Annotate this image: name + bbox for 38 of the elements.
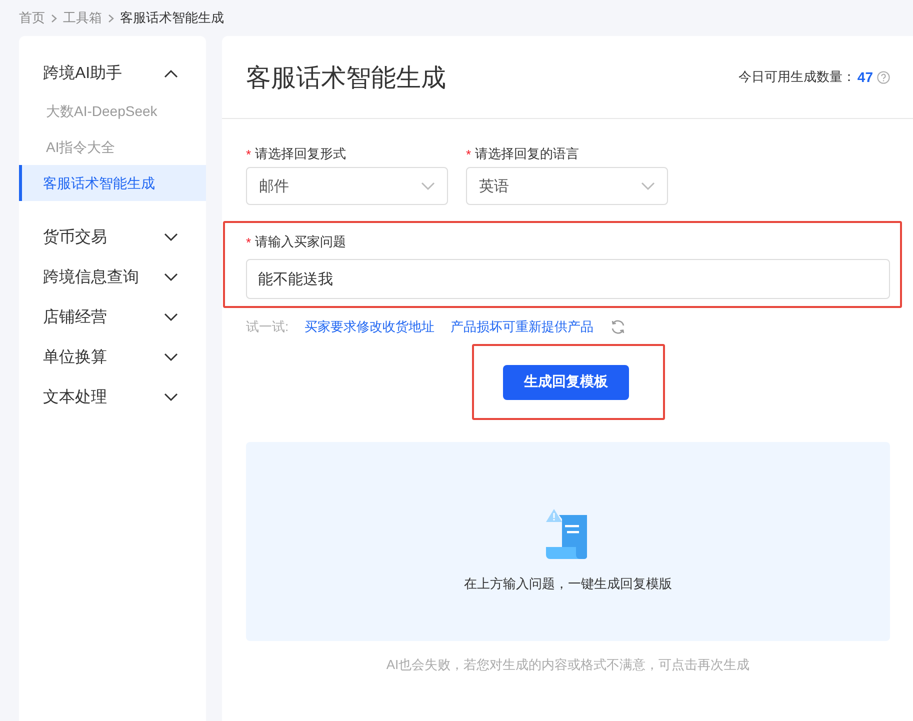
suggestion-link[interactable]: 产品损坏可重新提供产品 bbox=[450, 318, 594, 336]
chevron-down-icon bbox=[164, 312, 178, 322]
sidebar-group[interactable]: 单位换算 bbox=[19, 337, 206, 377]
required-mark: * bbox=[466, 146, 472, 162]
sidebar-group[interactable]: 货币交易 bbox=[19, 217, 206, 257]
sidebar-group[interactable]: 跨境信息查询 bbox=[19, 257, 206, 297]
quota-label: 今日可用生成数量： bbox=[738, 68, 856, 86]
required-mark: * bbox=[246, 234, 252, 250]
page-title: 客服话术智能生成 bbox=[246, 62, 446, 94]
suggestion-link[interactable]: 买家要求修改收货地址 bbox=[304, 318, 435, 336]
chevron-up-icon bbox=[164, 68, 178, 78]
chevron-down-icon bbox=[164, 272, 178, 282]
field-label: 请选择回复形式 bbox=[255, 145, 346, 163]
question-input[interactable]: 能不能送我 bbox=[246, 259, 890, 299]
sidebar-group[interactable]: 跨境AI助手 bbox=[19, 53, 206, 93]
sidebar-item[interactable]: 客服话术智能生成 bbox=[19, 165, 206, 201]
chevron-down-icon bbox=[164, 352, 178, 362]
sidebar-group[interactable]: 文本处理 bbox=[19, 377, 206, 417]
chevron-right-icon bbox=[108, 14, 114, 22]
help-icon[interactable] bbox=[877, 70, 890, 84]
refresh-icon[interactable] bbox=[610, 319, 626, 335]
select-field[interactable]: 邮件 bbox=[246, 167, 448, 205]
chevron-down-icon bbox=[164, 392, 178, 402]
select-field[interactable]: 英语 bbox=[466, 167, 668, 205]
try-label: 试一试: bbox=[246, 318, 289, 336]
breadcrumb-current: 客服话术智能生成 bbox=[120, 9, 224, 27]
sidebar-group[interactable]: 店铺经营 bbox=[19, 297, 206, 337]
chevron-down-icon bbox=[421, 182, 435, 190]
generate-button[interactable]: 生成回复模板 bbox=[503, 364, 629, 400]
field-label: 请输入买家问题 bbox=[255, 233, 346, 251]
quota-count: 47 bbox=[857, 69, 873, 85]
chevron-right-icon bbox=[51, 14, 57, 22]
chevron-down-icon bbox=[164, 232, 178, 242]
empty-state-message: 在上方输入问题，一键生成回复模版 bbox=[464, 574, 672, 592]
chevron-down-icon bbox=[641, 182, 655, 190]
disclaimer-note: AI也会失败，若您对生成的内容或格式不满意，可点击再次生成 bbox=[385, 656, 751, 674]
field-label: 请选择回复的语言 bbox=[475, 145, 580, 163]
required-mark: * bbox=[246, 146, 252, 162]
